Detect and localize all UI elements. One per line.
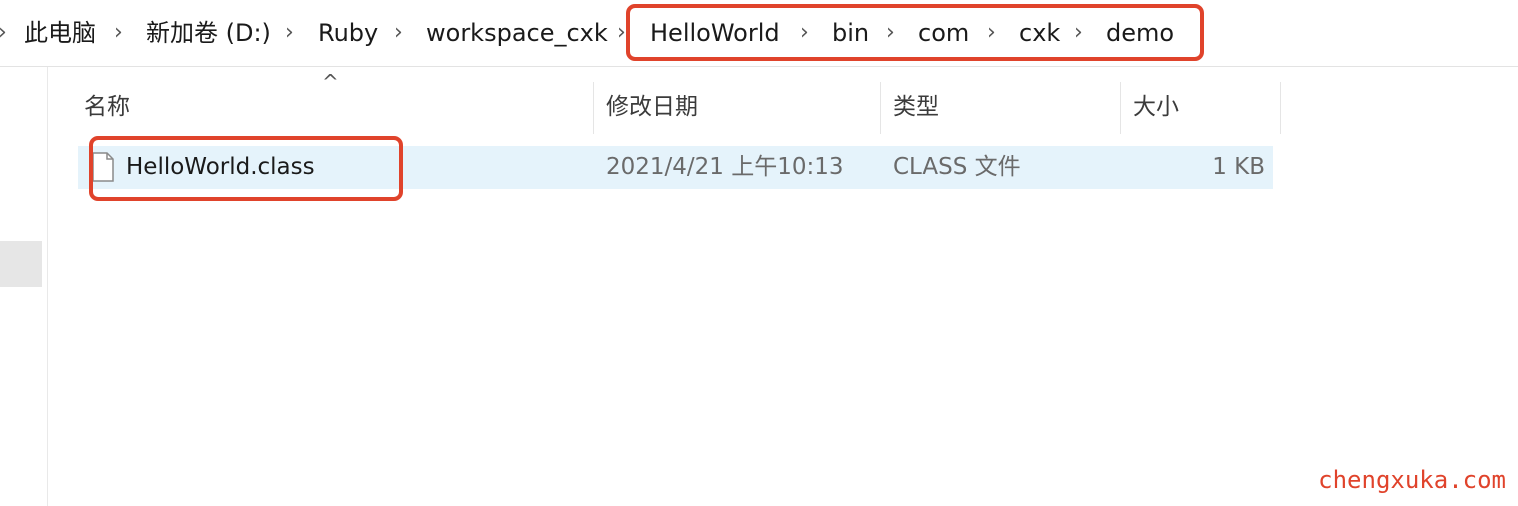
column-header-type[interactable]: 类型: [893, 84, 939, 132]
file-date-modified: 2021/4/21 上午10:13: [606, 154, 844, 180]
address-bar[interactable]: › 此电脑 › 新加卷 (D:) › Ruby › workspace_cxk …: [0, 0, 1518, 67]
nav-scrollbar-thumb[interactable]: [0, 241, 42, 287]
column-divider[interactable]: [1120, 82, 1121, 134]
file-size: 1 KB: [1212, 154, 1265, 180]
breadcrumb-item-drive-d[interactable]: 新加卷 (D:): [146, 0, 271, 66]
breadcrumb-item-ruby[interactable]: Ruby: [318, 0, 378, 66]
breadcrumb-item-workspace[interactable]: workspace_cxk: [426, 0, 608, 66]
column-divider[interactable]: [880, 82, 881, 134]
highlight-box: [626, 4, 1204, 61]
column-header-date[interactable]: 修改日期: [606, 84, 698, 132]
breadcrumb-item-this-pc[interactable]: 此电脑: [24, 0, 96, 66]
column-divider[interactable]: [1280, 82, 1281, 134]
chevron-right-icon[interactable]: ›: [394, 0, 403, 66]
highlight-box: [89, 136, 403, 201]
chevron-right-icon[interactable]: ›: [114, 0, 123, 66]
file-type: CLASS 文件: [893, 154, 1021, 180]
watermark: chengxuka.com: [1318, 466, 1506, 494]
chevron-right-icon[interactable]: ›: [0, 0, 7, 66]
sort-ascending-icon: ^: [322, 70, 339, 94]
column-divider[interactable]: [593, 82, 594, 134]
chevron-right-icon[interactable]: ›: [617, 0, 626, 66]
column-header-size[interactable]: 大小: [1133, 84, 1179, 132]
column-header-name[interactable]: 名称: [84, 84, 130, 132]
pane-divider[interactable]: [47, 67, 48, 506]
chevron-right-icon[interactable]: ›: [285, 0, 294, 66]
